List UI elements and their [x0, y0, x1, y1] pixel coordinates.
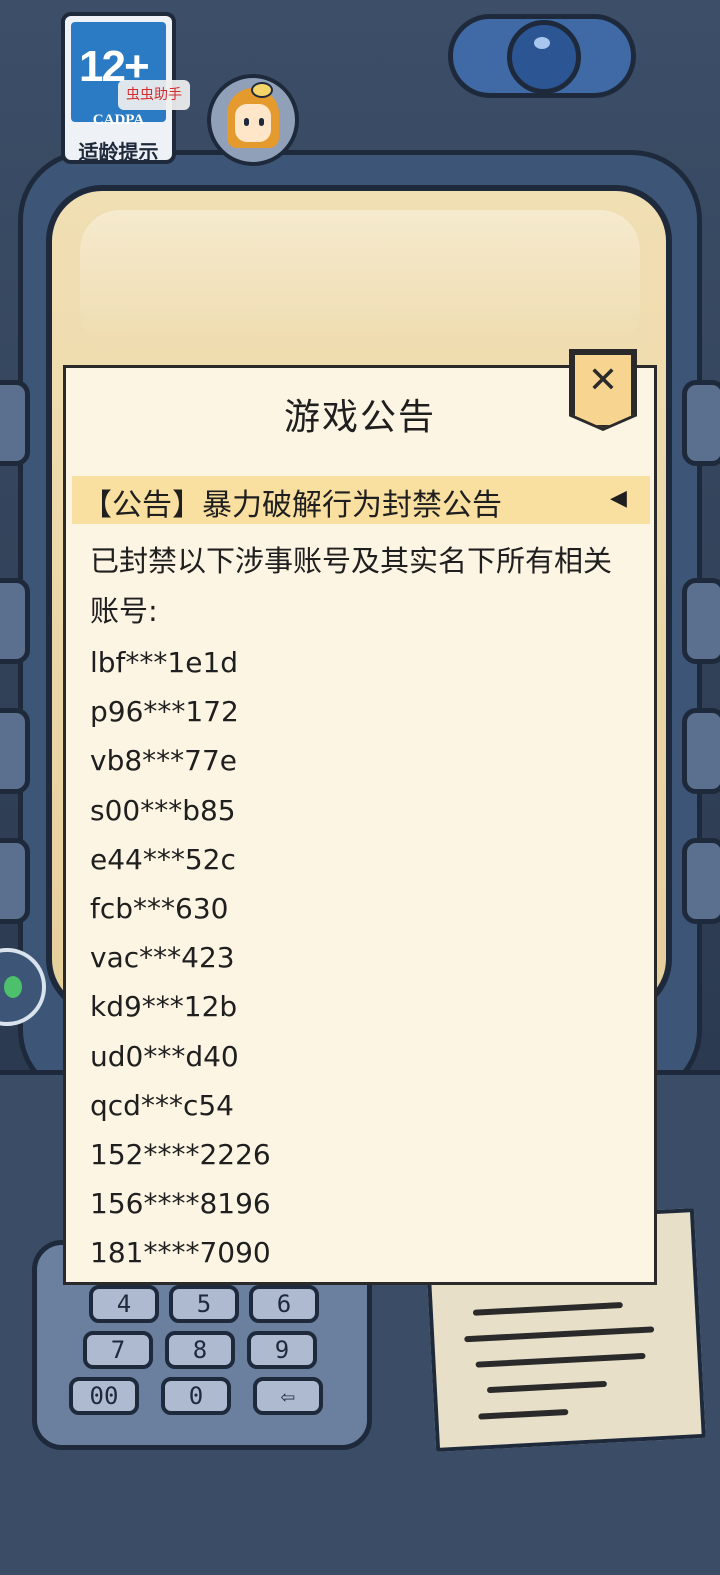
banned-account-item: vac***423	[90, 941, 235, 975]
collapse-arrow-icon[interactable]: ◀	[610, 486, 627, 511]
banned-account-item: kd9***12b	[90, 990, 238, 1024]
close-button[interactable]: ✕	[569, 349, 637, 431]
dialog-title: 游戏公告	[283, 397, 436, 438]
side-button-right-3	[682, 708, 720, 794]
avatar-eye	[259, 118, 264, 126]
scribble-line	[475, 1352, 646, 1368]
key: 4	[89, 1285, 159, 1323]
avatar-bow	[251, 82, 273, 98]
screen-glare	[80, 210, 640, 350]
assistant-tag[interactable]: 虫虫助手	[118, 80, 190, 110]
banned-account-item: fcb***630	[90, 891, 229, 925]
side-button-right-2	[682, 578, 720, 664]
banned-account-item: s00***b85	[90, 793, 236, 827]
scribble-line	[486, 1380, 608, 1394]
close-icon[interactable]: ✕	[572, 360, 634, 401]
notice-intro: 已封禁以下涉事账号及其实名下所有相关账号:	[90, 544, 613, 628]
banned-account-item: 152****2226	[90, 1137, 271, 1171]
avatar-eye	[244, 118, 249, 126]
key: 5	[169, 1285, 239, 1323]
key: 9	[247, 1331, 317, 1369]
scribble-line	[472, 1301, 623, 1316]
side-button-left-1	[0, 380, 30, 466]
avatar-face	[235, 104, 271, 142]
key: 00	[69, 1377, 139, 1415]
age-rating-caption: 适龄提示	[78, 140, 159, 164]
banned-account-item: 181****7090	[90, 1236, 271, 1270]
camera-lens-icon	[507, 20, 581, 94]
backspace-key-icon: ⇦	[253, 1377, 323, 1415]
age-rating-org: CADPA	[92, 112, 145, 128]
avatar[interactable]	[207, 74, 299, 166]
banned-account-item: p96***172	[90, 695, 239, 729]
banned-account-item: e44***52c	[90, 842, 236, 876]
key: 6	[249, 1285, 319, 1323]
banned-account-list: lbf***1e1d p96***172 vb8***77e s00***b85 e44…	[90, 638, 490, 1277]
banned-account-item: qcd***c54	[90, 1088, 234, 1122]
key: 7	[83, 1331, 153, 1369]
key: 8	[165, 1331, 235, 1369]
banned-account-item: ud0***d40	[90, 1039, 239, 1073]
side-button-left-4	[0, 838, 30, 924]
game-scene: 4 5 6 7 8 9 00 0 ⇦ 12+ CADPA 适龄提示 虫虫助手 游…	[0, 0, 720, 1575]
banned-account-item: vb8***77e	[90, 744, 238, 778]
banned-account-item: 156****8196	[90, 1187, 271, 1221]
side-button-left-3	[0, 708, 30, 794]
side-button-right-4	[682, 838, 720, 924]
announcement-dialog: 游戏公告 【公告】暴力破解行为封禁公告 ◀ 已封禁以下涉事账号及其实名下所有相关…	[63, 365, 657, 1285]
side-button-right-1	[682, 380, 720, 466]
scribble-line	[478, 1408, 569, 1420]
key: 0	[161, 1377, 231, 1415]
side-button-left-2	[0, 578, 30, 664]
notice-header[interactable]: 【公告】暴力破解行为封禁公告 ◀	[72, 476, 650, 524]
banned-account-item: lbf***1e1d	[90, 646, 239, 679]
scribble-line	[464, 1326, 655, 1343]
notice-title: 【公告】暴力破解行为封禁公告	[82, 488, 502, 523]
